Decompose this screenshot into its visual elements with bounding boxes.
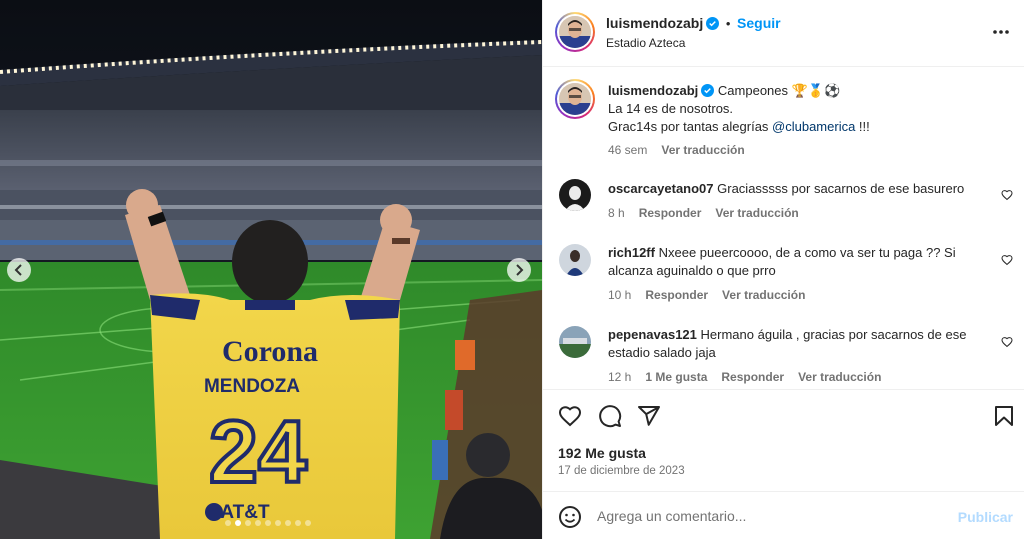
- commenter-avatar-image: [559, 326, 591, 358]
- verified-badge-icon: [701, 84, 715, 97]
- caption-line1: Campeones 🏆🥇⚽: [717, 83, 841, 98]
- translate-link[interactable]: Ver traducción: [798, 370, 881, 384]
- comment-composer: Publicar: [543, 491, 1024, 539]
- bookmark-icon[interactable]: [992, 404, 1016, 428]
- caption-mention-link[interactable]: @clubamerica: [772, 119, 855, 134]
- comment-text: rich12ff Nxeee pueercoooo, de a como va …: [608, 244, 968, 280]
- caption-time[interactable]: 46 sem: [608, 143, 647, 157]
- share-send-icon[interactable]: [637, 404, 661, 428]
- svg-text:Corona: Corona: [222, 335, 318, 368]
- carousel-dot: [295, 520, 301, 526]
- comment-bubble-icon[interactable]: [598, 404, 622, 428]
- post-date[interactable]: 17 de diciembre de 2023: [558, 465, 685, 477]
- caption-username[interactable]: luismendozabj: [608, 83, 698, 98]
- carousel-dot: [225, 520, 231, 526]
- comment-username[interactable]: rich12ff: [608, 245, 655, 260]
- carousel-next-button[interactable]: [507, 258, 531, 282]
- stadium-photo-image: Corona MENDOZA 24 AT&T: [0, 0, 542, 539]
- comment-time[interactable]: 10 h: [608, 288, 631, 302]
- caption-meta: 46 sem Ver traducción: [608, 143, 759, 157]
- more-horizontal-icon: [993, 30, 1009, 34]
- post-photo: Corona MENDOZA 24 AT&T: [0, 0, 542, 539]
- caption-line2: La 14 es de nosotros.: [608, 101, 734, 116]
- likes-count[interactable]: 192 Me gusta: [558, 445, 646, 461]
- commenter-avatar[interactable]: [559, 326, 591, 358]
- publish-button[interactable]: Publicar: [958, 509, 1013, 525]
- comment-username[interactable]: pepenavas121: [608, 327, 697, 342]
- caption-avatar[interactable]: [555, 79, 595, 119]
- post-location[interactable]: Estadio Azteca: [606, 36, 685, 50]
- translate-link[interactable]: Ver traducción: [722, 288, 805, 302]
- comment-meta: 8 h Responder Ver traducción: [608, 206, 813, 220]
- translate-link[interactable]: Ver traducción: [715, 206, 798, 220]
- post-side-panel: luismendozabj • Seguir Estadio Azteca lu…: [542, 0, 1024, 539]
- comment-text: oscarcayetano07 Graciasssss por sacarnos…: [608, 180, 988, 198]
- post-actions: 192 Me gusta 17 de diciembre de 2023: [543, 389, 1024, 491]
- carousel-dot: [245, 520, 251, 526]
- author-username[interactable]: luismendozabj: [606, 15, 703, 31]
- emoji-icon[interactable]: [558, 505, 582, 529]
- svg-text:24: 24: [209, 402, 307, 501]
- more-options-button[interactable]: [991, 22, 1011, 42]
- verified-badge-icon: [706, 17, 720, 30]
- comment-text: pepenavas121 Hermano águila , gracias po…: [608, 326, 978, 362]
- like-heart-icon[interactable]: [558, 404, 582, 428]
- comment-body: Graciasssss por sacarnos de ese basurero: [717, 181, 965, 196]
- carousel-dot: [255, 520, 261, 526]
- comments-list: luismendozabj Campeones 🏆🥇⚽ La 14 es de …: [543, 68, 1024, 388]
- svg-text:MENDOZA: MENDOZA: [204, 376, 300, 397]
- caption-text: luismendozabj Campeones 🏆🥇⚽ La 14 es de …: [608, 82, 988, 136]
- post-header: luismendozabj • Seguir Estadio Azteca: [543, 0, 1024, 67]
- chevron-right-icon: [516, 264, 524, 276]
- carousel-dot: [305, 520, 311, 526]
- reply-link[interactable]: Responder: [721, 370, 784, 384]
- commenter-avatar[interactable]: [559, 244, 591, 276]
- author-avatar[interactable]: [555, 12, 595, 52]
- separator-dot: •: [725, 16, 731, 31]
- heart-icon[interactable]: [1001, 254, 1013, 266]
- comment-body: Nxeee pueercoooo, de a como va ser tu pa…: [608, 245, 956, 278]
- caption-avatar-image: [559, 83, 591, 115]
- caption-line3-prefix: Grac14s por tantas alegrías: [608, 119, 773, 134]
- reply-link[interactable]: Responder: [645, 288, 708, 302]
- reply-link[interactable]: Responder: [639, 206, 702, 220]
- comment-meta: 10 h Responder Ver traducción: [608, 288, 819, 302]
- comment-time[interactable]: 8 h: [608, 206, 625, 220]
- carousel-dot: [235, 520, 241, 526]
- carousel-dot: [265, 520, 271, 526]
- heart-icon[interactable]: [1001, 189, 1013, 201]
- comment-username[interactable]: oscarcayetano07: [608, 181, 714, 196]
- author-avatar-image: [559, 16, 591, 48]
- follow-button[interactable]: Seguir: [737, 15, 781, 31]
- comment-time[interactable]: 12 h: [608, 370, 631, 384]
- commenter-avatar-image: [559, 179, 591, 211]
- caption-line3-suffix: !!!: [855, 119, 870, 134]
- comment-likes-link[interactable]: 1 Me gusta: [645, 370, 707, 384]
- carousel-indicator: [225, 520, 311, 526]
- caption-translate-link[interactable]: Ver traducción: [661, 143, 744, 157]
- heart-icon[interactable]: [1001, 336, 1013, 348]
- commenter-avatar-image: [559, 244, 591, 276]
- commenter-avatar[interactable]: [559, 179, 591, 211]
- chevron-left-icon: [14, 264, 22, 276]
- carousel-prev-button[interactable]: [7, 258, 31, 282]
- comment-input[interactable]: [597, 506, 947, 526]
- carousel-dot: [285, 520, 291, 526]
- carousel-dot: [275, 520, 281, 526]
- comment-meta: 12 h 1 Me gusta Responder Ver traducción: [608, 370, 895, 384]
